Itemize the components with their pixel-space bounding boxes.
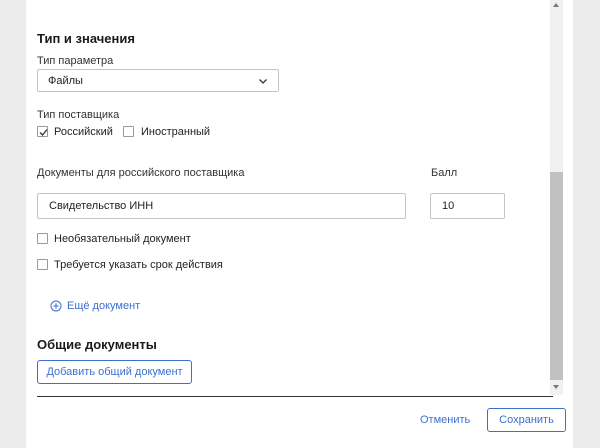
supplier-type-label: Тип поставщика [37,109,120,121]
section-title: Тип и значения [37,31,135,46]
save-button[interactable]: Сохранить [487,408,566,432]
scroll-down-arrow-icon[interactable] [553,385,559,389]
documents-label: Документы для российского поставщика [37,167,245,179]
foreign-option-label: Иностранный [141,126,211,138]
foreign-checkbox[interactable] [123,126,134,137]
add-document-label: Ещё документ [67,300,141,312]
optional-document-checkbox[interactable] [37,233,48,244]
add-common-document-button[interactable]: Добавить общий документ [37,360,192,384]
footer-divider [37,396,553,397]
param-type-value: Файлы [48,75,83,87]
chevron-down-icon [259,79,267,84]
plus-circle-icon [50,300,62,312]
russian-checkbox[interactable] [37,126,48,137]
validity-required-checkbox[interactable] [37,259,48,270]
document-name-value: Свидетельство ИНН [49,200,154,212]
param-type-label: Тип параметра [37,55,114,67]
add-document-link[interactable]: Ещё документ [50,300,140,312]
dialog-panel: Тип и значения Тип параметра Файлы Тип п… [26,0,573,448]
score-label: Балл [431,167,458,179]
scroll-up-arrow-icon[interactable] [553,3,559,7]
document-name-input[interactable]: Свидетельство ИНН [37,193,406,219]
scrollbar-thumb[interactable] [550,172,563,380]
checkmark-icon [39,129,48,136]
optional-document-label: Необязательный документ [54,233,191,245]
common-documents-title: Общие документы [37,337,157,352]
score-input[interactable]: 10 [430,193,505,219]
russian-option-label: Российский [54,126,113,138]
validity-required-label: Требуется указать срок действия [54,259,223,271]
param-type-select[interactable]: Файлы [37,69,279,92]
cancel-button[interactable]: Отменить [420,414,470,426]
score-value: 10 [442,200,455,212]
